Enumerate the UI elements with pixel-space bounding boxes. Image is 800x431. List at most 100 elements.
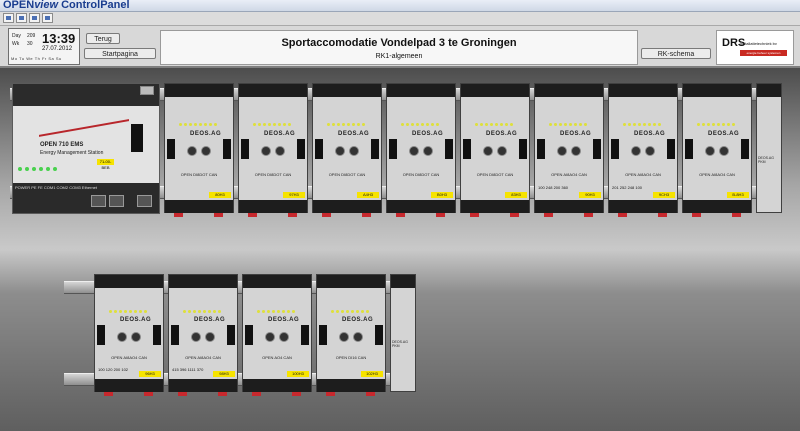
module-brand: DEOS.AG — [412, 130, 444, 137]
din-clip — [510, 213, 519, 217]
rk-schema-button[interactable]: RK-schema — [641, 48, 711, 59]
module-tag: B-8H3 — [727, 192, 749, 198]
module-name: OPEN DI16 CAN — [335, 355, 367, 361]
page-subtitle: RK1-algemeen — [375, 53, 423, 60]
io-module[interactable]: DEOS.AG OPEN AO4 CAN 100H3 — [242, 274, 312, 392]
module-tag: 102H3 — [361, 371, 383, 377]
save-icon[interactable] — [3, 13, 14, 23]
din-clip — [292, 392, 301, 396]
din-clip — [618, 213, 627, 217]
din-clip — [584, 213, 593, 217]
module-brand: DEOS.AG — [560, 130, 592, 137]
module-name: OPEN AI8AO4 CAN — [185, 355, 221, 361]
power-module-label: DEOS.AG PKM — [392, 339, 408, 348]
module-tag: 97H3 — [283, 192, 305, 198]
controller-ports: POWER PE FE COM1 COM2 COM3 Ethernet — [13, 183, 159, 213]
power-module-label: DEOS.AG PKM — [758, 155, 774, 164]
weekday-row: Mo Tu We Th Fr Sa Su — [11, 56, 62, 61]
module-name: OPEN AI8AO4 CAN — [699, 172, 735, 178]
power-module[interactable]: DEOS.AG PKM — [756, 83, 782, 213]
io-module[interactable]: DEOS.AG OPEN DI8DOT CAN A4H3 — [312, 83, 382, 213]
clock-date: 27.07.2012 — [42, 46, 73, 52]
din-clip — [366, 392, 375, 396]
module-brand: DEOS.AG — [708, 130, 740, 137]
module-tag: 83H3 — [505, 192, 527, 198]
din-clip — [326, 392, 335, 396]
title-bar: OPENview ControlPanel — [0, 0, 800, 12]
io-module[interactable]: DEOS.AG OPEN DI8DOT CAN B0H3 — [386, 83, 456, 213]
image-icon[interactable] — [29, 13, 40, 23]
din-clip — [252, 392, 261, 396]
controller-subtitle: Energy Management Station — [40, 150, 104, 156]
module-tag: A4H3 — [357, 192, 379, 198]
toolbar — [0, 12, 800, 26]
din-clip — [732, 213, 741, 217]
module-brand: DEOS.AG — [264, 130, 296, 137]
io-module[interactable]: DEOS.AG OPEN AI8AO4 CAN 415 396 1111 370 98… — [168, 274, 238, 392]
io-module[interactable]: DEOS.AG OPEN AI8AO4 CAN 201 252 248 100 9CH… — [608, 83, 678, 213]
io-module[interactable]: DEOS.AG OPEN DI16 CAN 102H3 — [316, 274, 386, 392]
module-tag: 9CH3 — [653, 192, 675, 198]
start-page-button[interactable]: Startpagina — [84, 48, 156, 59]
din-clip — [178, 392, 187, 396]
module-tag: B0H3 — [431, 192, 453, 198]
module-brand: DEOS.AG — [190, 130, 222, 137]
io-module[interactable]: DEOS.AG OPEN DI8DOT CAN 80H3 — [164, 83, 234, 213]
module-values: 201 252 248 100 — [612, 185, 643, 191]
day-value: 209 — [27, 33, 36, 39]
back-button[interactable]: Terug — [86, 33, 120, 44]
logo-bar-text: energie beheer systemen — [746, 51, 781, 55]
module-name: OPEN DI8DOT CAN — [180, 172, 218, 178]
din-clip — [218, 392, 227, 396]
din-clip — [174, 213, 183, 217]
usb-port — [140, 86, 154, 95]
app-title: OPENview ControlPanel — [3, 0, 130, 11]
io-module[interactable]: DEOS.AG OPEN DI8DOT CAN 83H3 — [460, 83, 530, 213]
din-clip — [362, 213, 371, 217]
io-module[interactable]: DEOS.AG OPEN AI8AO4 CAN 100 248 200 360 90H… — [534, 83, 604, 213]
module-tag: 90H3 — [579, 192, 601, 198]
module-name: OPEN DI8DOT CAN — [328, 172, 366, 178]
controller-open710[interactable]: OPEN 710 EMS Energy Management Station 7… — [12, 83, 160, 214]
io-module[interactable]: DEOS.AG OPEN AI8AO4 CAN 100 120 200 102 96H… — [94, 274, 164, 392]
controller-brand: OPEN 710 EMS — [40, 142, 84, 148]
module-name: OPEN DI8DOT CAN — [254, 172, 292, 178]
can-connector — [131, 124, 143, 152]
module-name: OPEN AI8AO4 CAN — [111, 355, 147, 361]
io-module[interactable]: DEOS.AG OPEN DI8DOT CAN 97H3 — [238, 83, 308, 213]
module-values: 100 120 200 102 — [98, 367, 129, 373]
module-tag: 80H3 — [209, 192, 231, 198]
io-module[interactable]: DEOS.AG OPEN AI8AO4 CAN B-8H3 — [682, 83, 752, 213]
day-label: Day — [12, 33, 21, 39]
din-clip — [214, 213, 223, 217]
cabinet-view: OPEN 710 EMS Energy Management Station 7… — [0, 68, 800, 431]
module-brand: DEOS.AG — [120, 317, 152, 324]
module-brand: DEOS.AG — [634, 130, 666, 137]
module-brand: DEOS.AG — [268, 317, 300, 324]
module-name: OPEN DI8DOT CAN — [476, 172, 514, 178]
din-clip — [322, 213, 331, 217]
din-clip — [544, 213, 553, 217]
module-brand: DEOS.AG — [338, 130, 370, 137]
module-tag: 100H3 — [287, 371, 309, 377]
din-clip — [692, 213, 701, 217]
din-clip — [658, 213, 667, 217]
module-name: OPEN AI8AO4 CAN — [625, 172, 661, 178]
clock-widget: Day 209 Wk 30 13:39 27.07.2012 Mo Tu We … — [8, 28, 80, 65]
ports-label: POWER PE FE COM1 COM2 COM3 Ethernet — [15, 185, 98, 190]
module-brand: DEOS.AG — [194, 317, 226, 324]
clock-time: 13:39 — [42, 31, 76, 46]
globe-icon[interactable] — [42, 13, 53, 23]
power-module[interactable]: DEOS.AG PKM — [390, 274, 416, 392]
din-clip — [436, 213, 445, 217]
module-name: OPEN AO4 CAN — [262, 355, 292, 361]
din-clip — [470, 213, 479, 217]
week-value: 30 — [27, 41, 33, 47]
module-values: 100 248 200 360 — [538, 185, 569, 191]
din-clip — [144, 392, 153, 396]
module-values: 415 396 1111 370 — [172, 367, 204, 373]
module-tag: 98H3 — [213, 371, 235, 377]
din-clip — [104, 392, 113, 396]
logo-tagline: installatietechniek bv — [740, 41, 777, 46]
print-icon[interactable] — [16, 13, 27, 23]
